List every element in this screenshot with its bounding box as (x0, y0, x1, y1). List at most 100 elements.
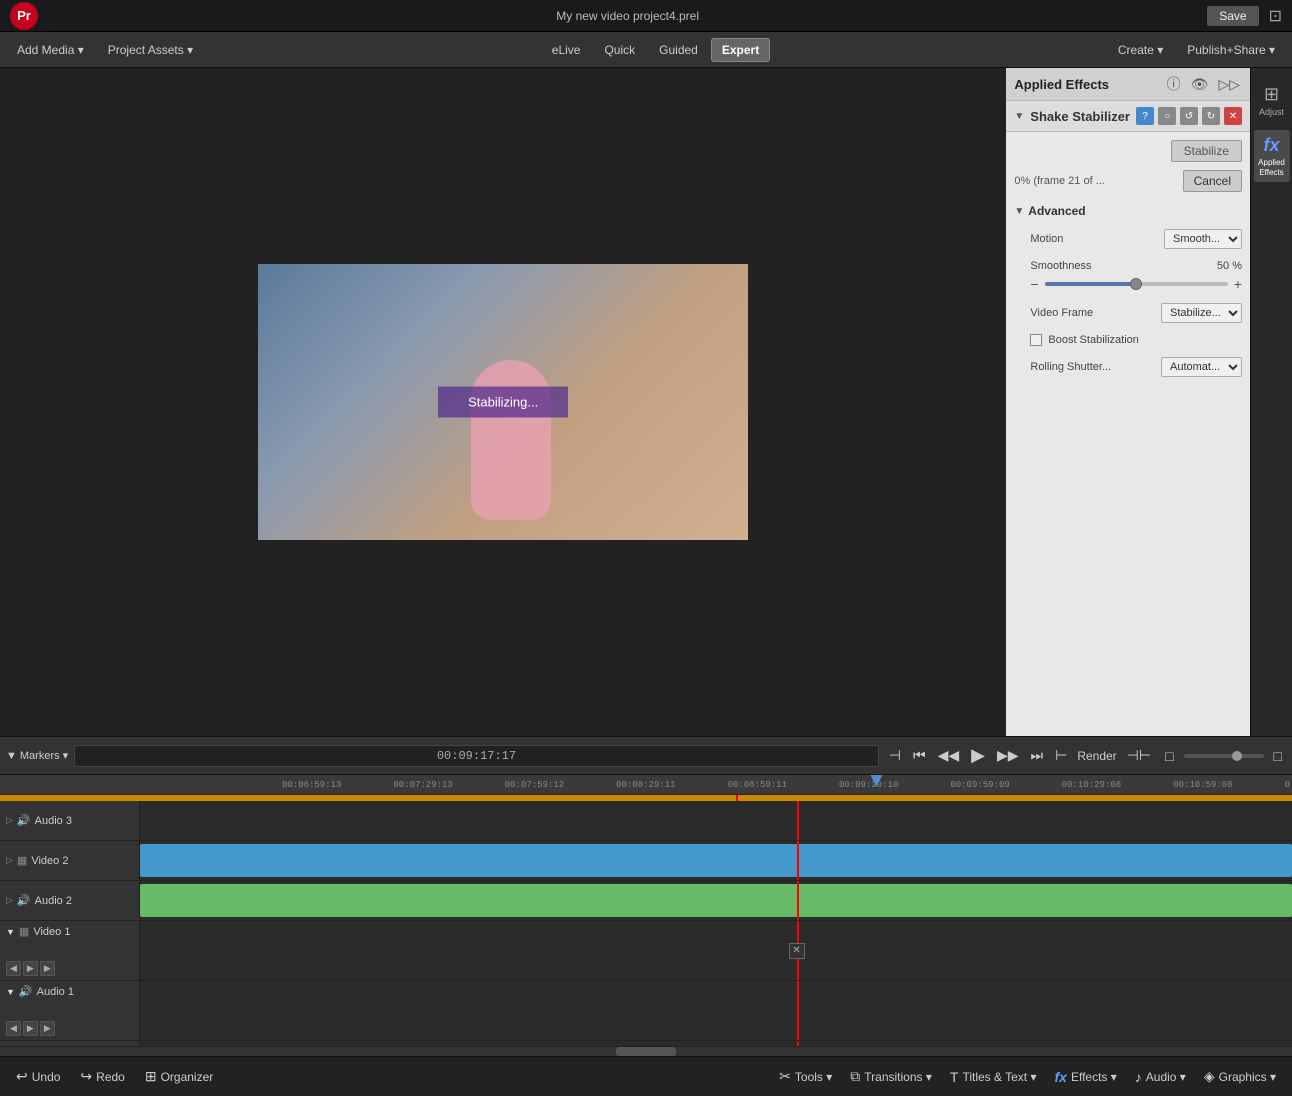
ae-advanced-arrow-icon: ▼ (1014, 206, 1024, 217)
titles-text-button[interactable]: T Titles & Text ▾ (942, 1064, 1045, 1089)
ae-slider-thumb[interactable] (1130, 278, 1142, 290)
organizer-button[interactable]: ⊞ Organizer (137, 1064, 221, 1089)
track-video1-play-btn[interactable]: ▶ (23, 961, 38, 976)
stabilizing-overlay: Stabilizing... (438, 387, 568, 418)
go-to-in-point-button[interactable]: ⊣ (885, 745, 905, 766)
ae-help-icon[interactable]: ? (1136, 107, 1154, 125)
undo-button[interactable]: ↩ Undo (8, 1064, 68, 1089)
create-button[interactable]: Create ▾ (1107, 38, 1174, 62)
track-video2-expand-icon[interactable]: ▷ (6, 855, 13, 866)
track-audio1-label: ▼ 🔊 Audio 1 ◀ ▶ ▶ (0, 981, 140, 1040)
play-button[interactable]: ▶ (967, 743, 989, 768)
track-video1-expand-icon[interactable]: ▼ (6, 927, 15, 937)
frame-forward-button[interactable]: ▶▶ (993, 745, 1023, 766)
add-media-button[interactable]: Add Media ▾ (6, 38, 95, 62)
markers-button[interactable]: ▼ Markers ▾ (6, 749, 68, 762)
ae-smoothness-label: Smoothness (1030, 260, 1091, 272)
ae-slider-fill (1045, 282, 1137, 286)
ruler-time-2: 00:07:59:12 (505, 780, 564, 790)
ae-refresh-icon[interactable]: ↻ (1202, 107, 1220, 125)
ae-advanced-header[interactable]: ▼ Advanced (1014, 200, 1242, 222)
track-audio1-prev-btn[interactable]: ◀ (6, 1021, 21, 1036)
track-video2-icon: ▦ (17, 854, 27, 867)
track-video1-next-btn[interactable]: ▶ (40, 961, 55, 976)
top-bar: Pr My new video project4.prel Save ⊡ (0, 0, 1292, 32)
ruler-time-5: 00:09:29:10 (839, 780, 898, 790)
quick-button[interactable]: Quick (593, 38, 646, 62)
playhead-audio1 (797, 981, 799, 1040)
ae-smoothness-label-row: Smoothness 50 % (1030, 260, 1242, 272)
effects-label: Effects ▾ (1071, 1070, 1117, 1084)
preview-image: Stabilizing... (258, 264, 748, 540)
audio-icon: ♪ (1135, 1069, 1142, 1085)
zoom-slider[interactable] (1184, 754, 1264, 758)
ae-video-frame-select[interactable]: Stabilize... (1161, 303, 1242, 323)
applied-effects-panel-button[interactable]: fx Applied Effects (1254, 130, 1290, 182)
adjust-icon: ⊞ (1264, 84, 1279, 105)
ae-smoothness-row: Smoothness 50 % − + (1014, 256, 1242, 296)
audio-button[interactable]: ♪ Audio ▾ (1127, 1064, 1194, 1089)
table-row: ▼ ▦ Video 1 ◀ ▶ ▶ ✕ (0, 921, 1292, 981)
track-audio2-name: Audio 2 (35, 895, 72, 907)
expert-button[interactable]: Expert (711, 38, 770, 62)
ae-progress-row: 0% (frame 21 of ... Cancel (1014, 170, 1242, 192)
ae-delete-icon[interactable]: ✕ (1224, 107, 1242, 125)
go-to-out-point-button[interactable]: ⊢ (1051, 745, 1071, 766)
elive-button[interactable]: eLive (541, 38, 592, 62)
transitions-button[interactable]: ⧉ Transitions ▾ (842, 1064, 940, 1089)
save-button[interactable]: Save (1207, 6, 1258, 26)
track-audio1-next-btn[interactable]: ▶ (40, 1021, 55, 1036)
graphics-icon: ◈ (1204, 1068, 1215, 1085)
render-square-icon[interactable]: □ (1161, 746, 1177, 766)
ae-info-icon[interactable]: ⓘ (1165, 74, 1183, 94)
ae-boost-stab-label: Boost Stabilization (1048, 334, 1139, 346)
render-label: Render (1077, 749, 1116, 763)
ae-effect-collapse-icon[interactable]: ▼ (1014, 111, 1024, 122)
track-video1-prev-btn[interactable]: ◀ (6, 961, 21, 976)
ae-header: Applied Effects ⓘ 👁 ▷▷ (1006, 68, 1250, 101)
ae-boost-stab-checkbox[interactable] (1030, 334, 1042, 346)
project-title: My new video project4.prel (48, 9, 1207, 23)
table-row: ▷ ▦ Video 2 (0, 841, 1292, 881)
redo-icon: ↪ (80, 1068, 92, 1085)
effects-button[interactable]: fx Effects ▾ (1047, 1064, 1125, 1089)
render-in-out-icon[interactable]: ⊣⊢ (1123, 745, 1155, 766)
guided-button[interactable]: Guided (648, 38, 709, 62)
nav-bar: Add Media ▾ Project Assets ▾ eLive Quick… (0, 32, 1292, 68)
ae-expand-icon[interactable]: ▷▷ (1216, 76, 1242, 93)
scrollbar-thumb[interactable] (616, 1047, 676, 1056)
ae-slider-minus-icon[interactable]: − (1030, 276, 1038, 292)
ae-cancel-button[interactable]: Cancel (1183, 170, 1242, 192)
step-forward-button[interactable]: ⏭ (1027, 745, 1048, 766)
timeline-time-display[interactable]: 00:09:17:17 (74, 745, 879, 767)
timeline-scrollbar[interactable] (0, 1046, 1292, 1056)
audio2-clip[interactable] (140, 884, 1292, 917)
track-audio1-expand-icon[interactable]: ▼ (6, 987, 15, 997)
zoom-thumb[interactable] (1232, 751, 1242, 761)
track-audio3-expand-icon[interactable]: ▷ (6, 815, 13, 826)
ae-eye-icon[interactable]: 👁 (1189, 76, 1211, 93)
ruler-time-4: 00:08:59:11 (728, 780, 787, 790)
tools-button[interactable]: ✂ Tools ▾ (771, 1064, 840, 1089)
ae-visibility-icon[interactable]: ○ (1158, 107, 1176, 125)
main-content: Stabilizing... Applied Effects ⓘ 👁 ▷▷ ▼ … (0, 68, 1292, 736)
ae-motion-select[interactable]: Smooth... (1164, 229, 1242, 249)
frame-back-button[interactable]: ◀◀ (934, 745, 964, 766)
publish-share-button[interactable]: Publish+Share ▾ (1176, 38, 1286, 62)
adjust-panel-button[interactable]: ⊞ Adjust (1254, 74, 1290, 126)
timeline-expand-icon[interactable]: □ (1270, 746, 1286, 766)
ae-slider-plus-icon[interactable]: + (1234, 276, 1242, 292)
video2-clip[interactable] (140, 844, 1292, 877)
ae-smoothness-slider[interactable] (1045, 282, 1228, 286)
step-back-button[interactable]: ⏮ (909, 745, 930, 766)
ae-reset-icon[interactable]: ↺ (1180, 107, 1198, 125)
ae-rolling-shutter-select[interactable]: Automat... (1161, 357, 1242, 377)
ae-stabilize-button[interactable]: Stabilize (1171, 140, 1242, 162)
screen-mode-icon[interactable]: ⊡ (1269, 6, 1282, 26)
project-assets-button[interactable]: Project Assets ▾ (97, 38, 204, 62)
right-panel-wrapper: Applied Effects ⓘ 👁 ▷▷ ▼ Shake Stabilize… (1006, 68, 1292, 736)
redo-button[interactable]: ↪ Redo (72, 1064, 132, 1089)
track-audio2-expand-icon[interactable]: ▷ (6, 895, 13, 906)
graphics-button[interactable]: ◈ Graphics ▾ (1196, 1064, 1284, 1089)
track-audio1-play-btn[interactable]: ▶ (23, 1021, 38, 1036)
